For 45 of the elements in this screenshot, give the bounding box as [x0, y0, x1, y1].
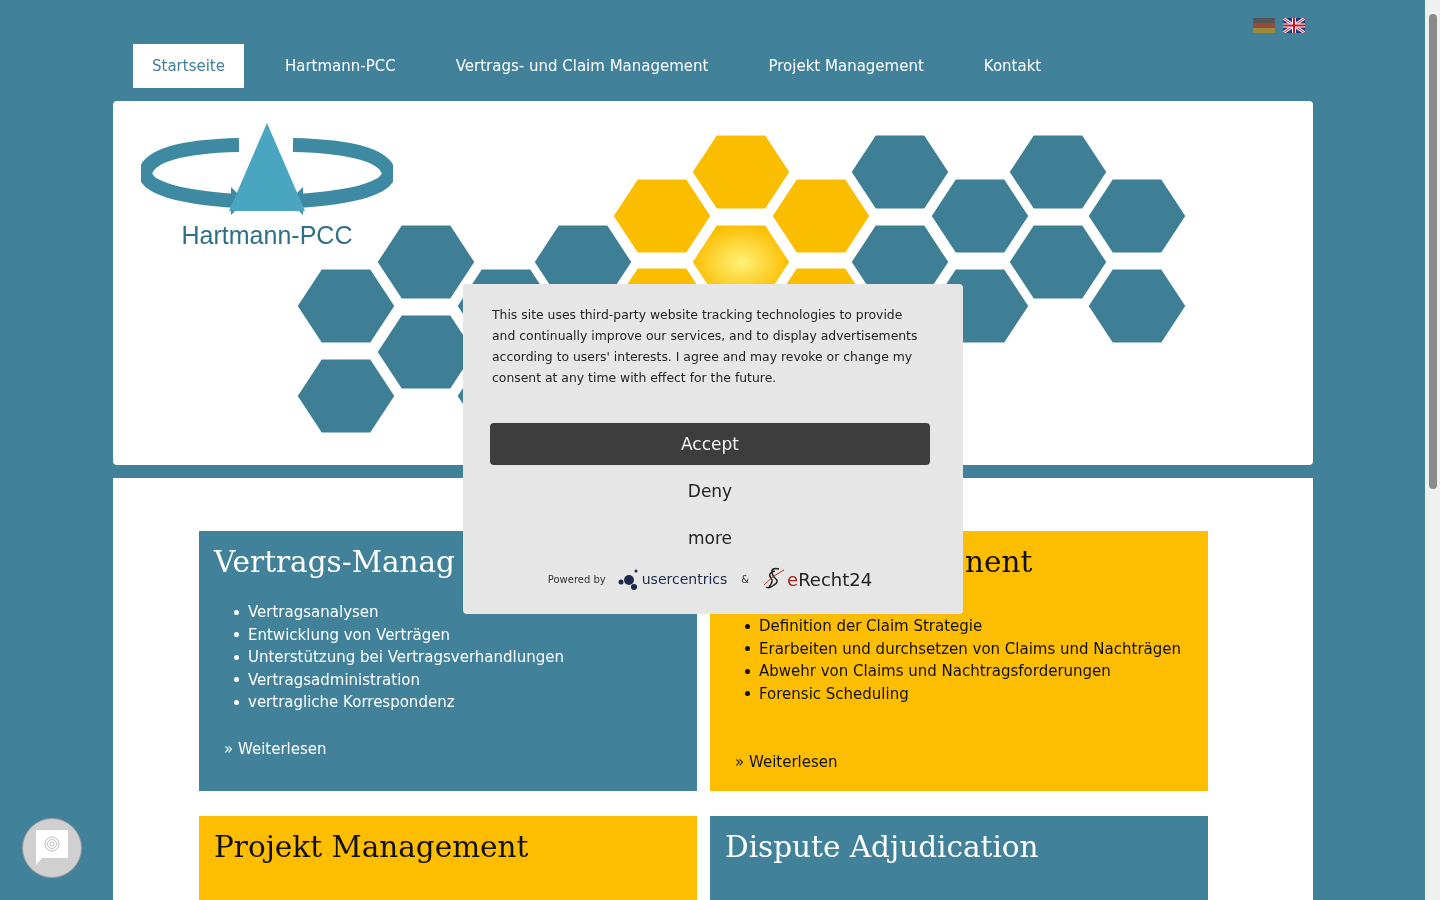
bullet-icon [234, 677, 239, 683]
card-heading: Dispute Adjudication [725, 830, 1039, 866]
bullet-icon [234, 632, 239, 638]
list-item: Erarbeiten und durchsetzen von Claims und Nachträgen [759, 638, 1182, 660]
logo-text: Hartmann-PCC [181, 221, 353, 250]
bullet-icon [234, 609, 239, 615]
read-more-link[interactable]: » Weiterlesen [735, 753, 838, 771]
list-item: Abwehr von Claims und Nachtragsforderungen [759, 661, 1111, 682]
list-item: Definition der Claim Strategie [759, 616, 983, 637]
read-more-link[interactable]: » Weiterlesen [224, 739, 327, 758]
list-item: Forensic Scheduling [759, 683, 909, 705]
powered-by-label: Powered by [547, 573, 606, 585]
card-heading: Vertrags-Manag [214, 545, 455, 581]
scrollbar[interactable] [1425, 0, 1440, 900]
nav-link[interactable]: Hartmann-PCC [265, 44, 415, 88]
list-item: Entwicklung von Verträgen [248, 624, 451, 646]
bullet-icon [234, 699, 239, 705]
ampersand-text: & [741, 573, 750, 585]
accept-button[interactable]: Accept [490, 423, 930, 465]
bullet-icon [234, 654, 239, 660]
nav-link[interactable]: Kontakt [964, 44, 1061, 88]
scrollbar-thumb[interactable] [1428, 14, 1437, 489]
list-item: vertragliche Korrespondenz [248, 692, 455, 713]
bullet-icon [745, 646, 750, 652]
dots-logo-icon [617, 568, 640, 590]
bullet-icon [745, 668, 750, 674]
list-item: Vertragsadministration [248, 669, 421, 691]
card-heading: nent [965, 545, 1033, 581]
consent-button[interactable]: Deny [490, 470, 930, 512]
consent-text: This site uses third-party website tracking technologies to provide and continually improve our services, and to display advertisements according to users' interests. I agree and may revoke or change my consent at any time with effect for the future. [492, 306, 919, 387]
card-heading: Projekt Management [214, 830, 529, 866]
nav-link[interactable]: Projekt Management [749, 44, 943, 88]
section-sign-icon [763, 567, 786, 591]
nav-link[interactable]: Vertrags- und Claim Management [436, 44, 728, 88]
fingerprint-chat-icon [36, 830, 68, 866]
bullet-icon [745, 691, 750, 697]
bullet-icon [745, 623, 750, 629]
german-flag-icon[interactable] [1253, 18, 1275, 33]
list-item: Unterstützung bei Vertragsverhandlungen [248, 647, 564, 668]
consent-button[interactable]: more [490, 517, 930, 559]
brand-logo-text: eRecht24 [787, 568, 873, 590]
british-flag-icon[interactable] [1283, 18, 1305, 33]
nav-link[interactable]: Startseite [133, 44, 244, 88]
list-item: Vertragsanalysen [248, 602, 379, 623]
brand-logo-text: usercentrics [641, 571, 728, 587]
